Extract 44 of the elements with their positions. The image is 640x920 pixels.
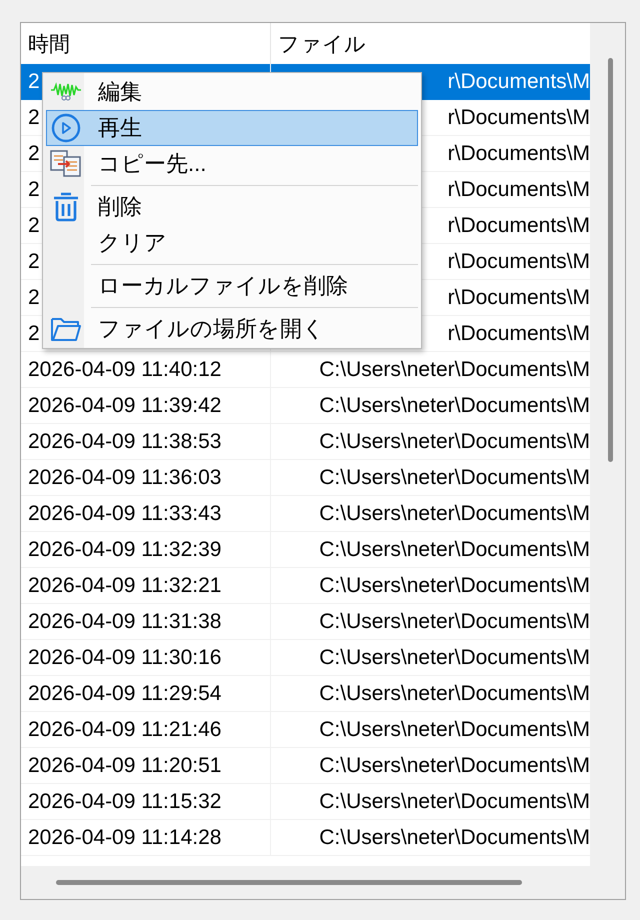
table-cell: r\Documents\M — [448, 178, 590, 202]
table-cell: 2026-04-09 11:29:54 — [28, 682, 222, 706]
table-cell: C:\Users\neter\Documents\M — [319, 502, 590, 526]
table-cell: 2026-04-09 11:38:53 — [28, 430, 222, 454]
table-cell: C:\Users\neter\Documents\M — [319, 466, 590, 490]
table-cell: r\Documents\M — [448, 106, 590, 130]
table-cell: 2026-04-09 11:39:42 — [28, 394, 222, 418]
table-cell: 2026-04-09 11:36:03 — [28, 466, 222, 490]
table-cell: C:\Users\neter\Documents\M — [319, 790, 590, 814]
table-cell: 2 — [28, 214, 40, 238]
table-cell: 2 — [28, 250, 40, 274]
table-cell: C:\Users\neter\Documents\M — [319, 430, 590, 454]
table-cell: r\Documents\M — [448, 250, 590, 274]
table-cell: C:\Users\neter\Documents\M — [319, 394, 590, 418]
table-cell: C:\Users\neter\Documents\M — [319, 682, 590, 706]
table-cell: 2026-04-09 11:14:28 — [28, 826, 222, 850]
table-cell: 2026-04-09 11:20:51 — [28, 754, 222, 778]
table-cell: r\Documents\M — [448, 322, 590, 346]
table-cell: 2 — [28, 286, 40, 310]
table-cell: 2026-04-09 11:32:21 — [28, 574, 222, 598]
table-cell: 2026-04-09 11:32:39 — [28, 538, 222, 562]
table-cell: 2 — [28, 106, 40, 130]
table-cell: 2 — [28, 70, 40, 94]
table-cell: C:\Users\neter\Documents\M — [319, 646, 590, 670]
table-cell: 2 — [28, 178, 40, 202]
table-cell: 2 — [28, 322, 40, 346]
table-cell: 2026-04-09 11:40:12 — [28, 358, 222, 382]
table-cell: 2026-04-09 11:33:43 — [28, 502, 222, 526]
table-cell: C:\Users\neter\Documents\M — [319, 574, 590, 598]
table-cell: C:\Users\neter\Documents\M — [319, 826, 590, 850]
table-cell: r\Documents\M — [448, 142, 590, 166]
table-cell: 2026-04-09 11:31:38 — [28, 610, 222, 634]
table-cell: r\Documents\M — [448, 286, 590, 310]
table-cell: 2026-04-09 11:30:16 — [28, 646, 222, 670]
table-cell: C:\Users\neter\Documents\M — [319, 358, 590, 382]
table-cell: C:\Users\neter\Documents\M — [319, 754, 590, 778]
table-cell: r\Documents\M — [448, 214, 590, 238]
table-cell: r\Documents\M — [448, 70, 590, 94]
table-cell: C:\Users\neter\Documents\M — [319, 718, 590, 742]
table-cell: C:\Users\neter\Documents\M — [319, 538, 590, 562]
table-cell: 2 — [28, 142, 40, 166]
table-cell: C:\Users\neter\Documents\M — [319, 610, 590, 634]
table-cell: 2026-04-09 11:15:32 — [28, 790, 222, 814]
table-cell: 2026-04-09 11:21:46 — [28, 718, 222, 742]
